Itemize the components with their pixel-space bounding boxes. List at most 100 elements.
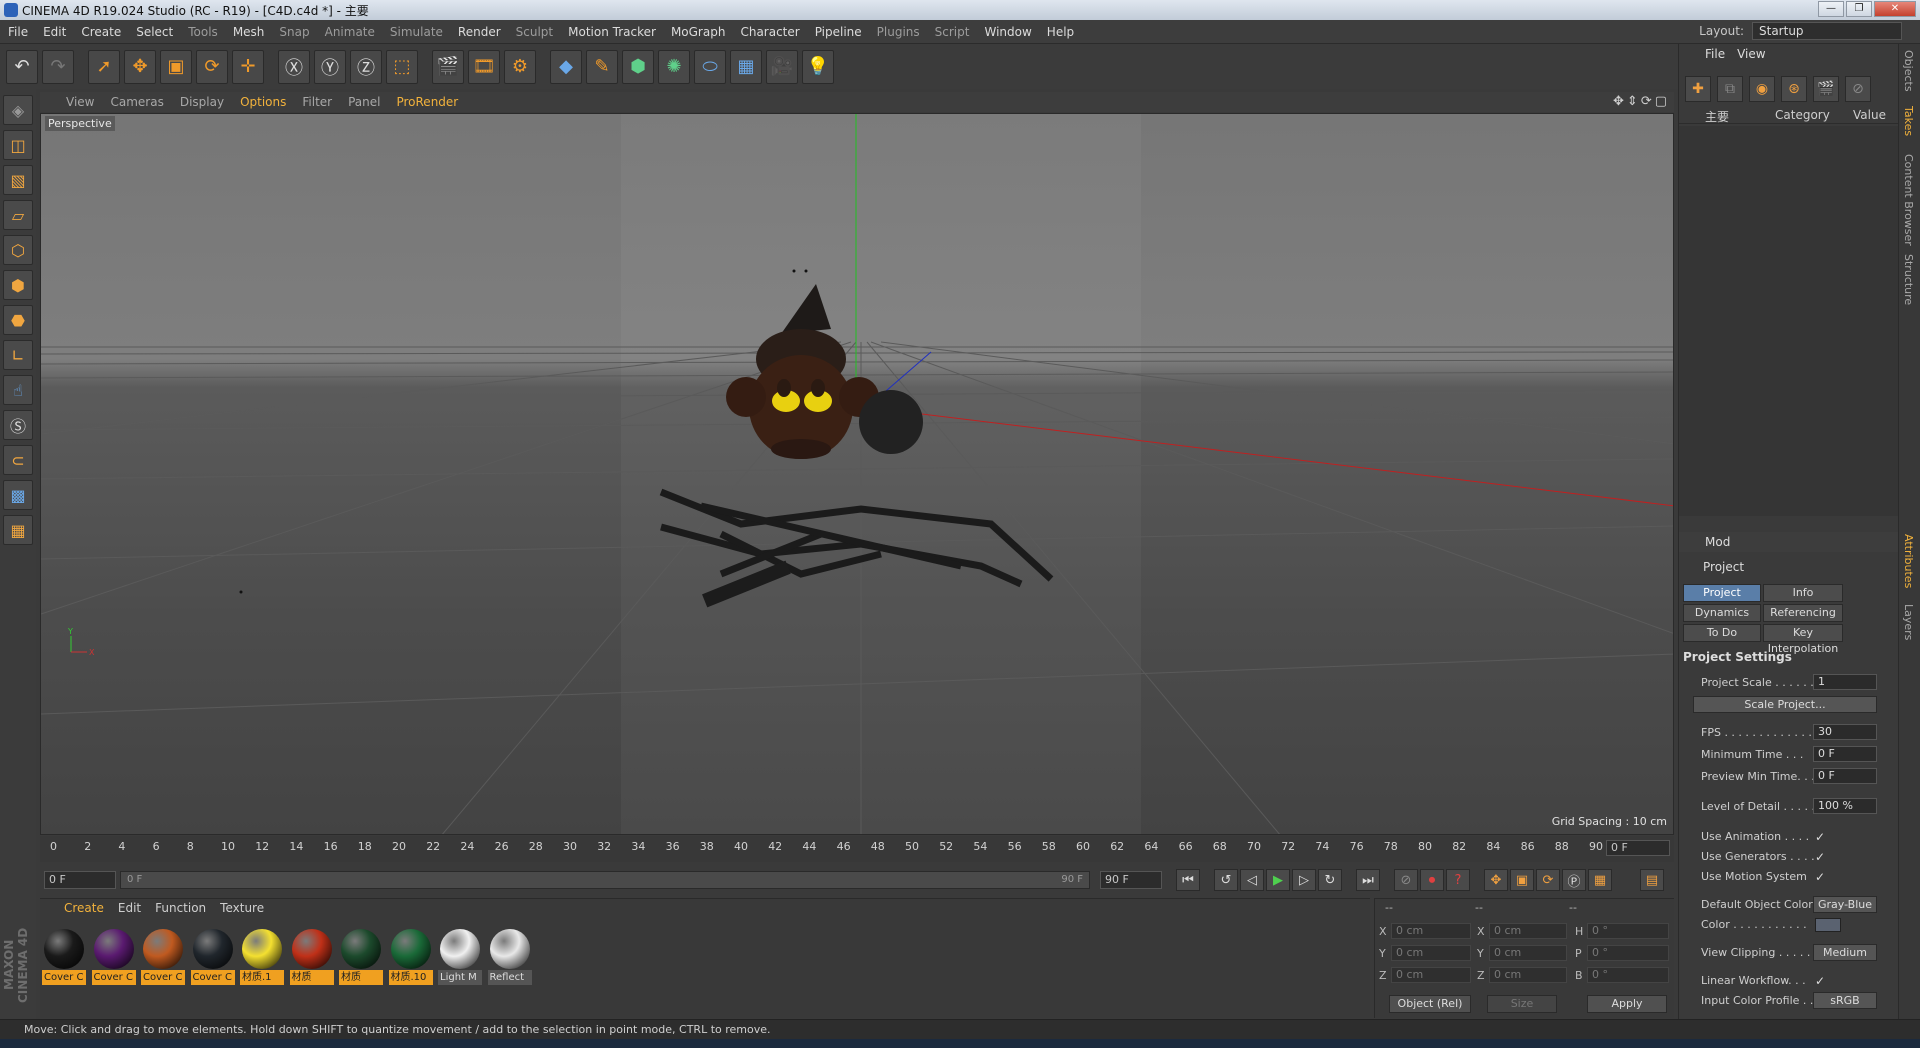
record-disabled-icon[interactable]: ⊘ <box>1394 869 1418 891</box>
material-item[interactable]: 材质 <box>289 927 334 985</box>
column-value-header[interactable]: Value <box>1853 108 1886 122</box>
menu-window[interactable]: Window <box>984 25 1031 39</box>
workplane-lock-icon[interactable]: ▩ <box>3 480 33 510</box>
coordinate-system-icon[interactable]: ⬚ <box>386 49 418 84</box>
material-item[interactable]: Light M <box>438 927 482 985</box>
menu-file[interactable]: File <box>8 25 28 39</box>
camera-icon[interactable]: 🎥 <box>766 49 798 84</box>
rotation-b-field[interactable]: 0 ° <box>1587 967 1669 983</box>
level-of-detail-field[interactable]: 100 % <box>1813 798 1877 814</box>
z-axis-lock-icon[interactable]: Ⓩ <box>350 49 382 84</box>
tweak-mode-icon[interactable]: ☝ <box>3 375 33 405</box>
default-object-color-dropdown[interactable]: Gray-Blue <box>1813 896 1877 913</box>
coord-mode-dropdown[interactable]: Object (Rel) <box>1389 995 1471 1013</box>
viewport-menu-options[interactable]: Options <box>240 95 286 109</box>
menu-snap[interactable]: Snap <box>279 25 309 39</box>
material-menu-edit[interactable]: Edit <box>118 901 141 915</box>
coord-apply-button[interactable]: Apply <box>1587 995 1667 1013</box>
start-frame-field[interactable]: 0 F <box>44 871 116 889</box>
maximize-button[interactable]: ❐ <box>1846 1 1872 17</box>
timeline-window-icon[interactable]: ▤ <box>1640 869 1664 891</box>
next-frame-icon[interactable]: ▷ <box>1292 869 1316 891</box>
material-item[interactable]: Cover C <box>91 927 136 985</box>
material-item[interactable]: 材质.1 <box>240 927 284 985</box>
column-name-header[interactable]: 主要 <box>1705 108 1729 125</box>
previous-key-icon[interactable]: ↺ <box>1214 869 1238 891</box>
snap-magnet-icon[interactable]: ⊂ <box>3 445 33 475</box>
texture-mode-icon[interactable]: ▧ <box>3 165 33 195</box>
previous-frame-icon[interactable]: ◁ <box>1240 869 1264 891</box>
scale-tool-icon[interactable]: ▣ <box>160 49 192 84</box>
rotate-tool-icon[interactable]: ⟳ <box>196 49 228 84</box>
redo-icon[interactable]: ↷ <box>42 49 74 84</box>
tab-info[interactable]: Info <box>1763 584 1843 602</box>
side-tab-attributes[interactable]: Attributes <box>1902 534 1915 588</box>
floor-scene-icon[interactable]: ▦ <box>730 49 762 84</box>
menu-animate[interactable]: Animate <box>325 25 375 39</box>
key-pla-icon[interactable]: ▦ <box>1588 869 1612 891</box>
tab-key-interpolation[interactable]: Key Interpolation <box>1763 624 1843 655</box>
perspective-viewport[interactable]: Y X Perspective Grid Spacing : 10 cm <box>40 113 1674 835</box>
use-motion-system-checkbox[interactable]: ✓ <box>1815 870 1825 884</box>
cube-primitive-icon[interactable]: ◆ <box>550 49 582 84</box>
material-menu-create[interactable]: Create <box>64 901 104 915</box>
move-tool-icon[interactable]: ✥ <box>124 49 156 84</box>
polygons-mode-icon[interactable]: ⬣ <box>3 305 33 335</box>
transform-tool-icon[interactable]: ✛ <box>232 49 264 84</box>
x-axis-lock-icon[interactable]: Ⓧ <box>278 49 310 84</box>
size-z-field[interactable]: 0 cm <box>1489 967 1567 983</box>
use-generators-checkbox[interactable]: ✓ <box>1815 850 1825 864</box>
render-settings-icon[interactable]: ⚙ <box>504 49 536 84</box>
attribute-mode-menu[interactable]: Mod <box>1679 532 1899 552</box>
timeline-current-frame[interactable]: 0 F <box>1606 840 1670 856</box>
viewport-menu-panel[interactable]: Panel <box>348 95 380 109</box>
scale-project-button[interactable]: Scale Project... <box>1693 696 1877 713</box>
view-clipping-dropdown[interactable]: Medium <box>1813 944 1877 961</box>
position-x-field[interactable]: 0 cm <box>1391 923 1471 939</box>
y-axis-lock-icon[interactable]: Ⓨ <box>314 49 346 84</box>
go-to-start-icon[interactable]: ⏮ <box>1176 869 1200 891</box>
selection-arrow-icon[interactable]: ➚ <box>88 49 120 84</box>
render-view-icon[interactable]: 🎬 <box>432 49 464 84</box>
size-x-field[interactable]: 0 cm <box>1489 923 1567 939</box>
tab-dynamics[interactable]: Dynamics <box>1683 604 1761 622</box>
tab-to-do[interactable]: To Do <box>1683 624 1761 642</box>
next-key-icon[interactable]: ↻ <box>1318 869 1342 891</box>
menu-select[interactable]: Select <box>136 25 173 39</box>
take-clone-icon[interactable]: ⧉ <box>1717 76 1743 102</box>
object-menu-file[interactable]: File <box>1705 47 1725 61</box>
position-z-field[interactable]: 0 cm <box>1391 967 1471 983</box>
timeline-ruler[interactable]: 0 2 4 6 8 10 12 14 16 18 20 22 24 26 28 30 32 34 36 38 40 42 4… <box>40 836 1674 862</box>
menu-script[interactable]: Script <box>935 25 970 39</box>
coord-size-dropdown[interactable]: Size <box>1487 995 1557 1013</box>
side-tab-layers[interactable]: Layers <box>1902 604 1915 640</box>
points-mode-icon[interactable]: ⬡ <box>3 235 33 265</box>
material-menu-function[interactable]: Function <box>155 901 206 915</box>
menu-create[interactable]: Create <box>81 25 121 39</box>
project-scale-field[interactable]: 1 <box>1813 674 1877 690</box>
close-button[interactable]: ✕ <box>1874 1 1916 17</box>
menu-plugins[interactable]: Plugins <box>877 25 920 39</box>
key-position-icon[interactable]: ✥ <box>1484 869 1508 891</box>
side-tab-content-browser[interactable]: Content Browser <box>1902 154 1915 246</box>
key-scale-icon[interactable]: ▣ <box>1510 869 1534 891</box>
preview-range-slider[interactable]: 0 F 90 F <box>120 871 1090 889</box>
object-tree-area[interactable] <box>1679 126 1899 516</box>
undo-icon[interactable]: ↶ <box>6 49 38 84</box>
viewport-menu-prorender[interactable]: ProRender <box>396 95 458 109</box>
viewport-menu-view[interactable]: View <box>66 95 94 109</box>
rotation-p-field[interactable]: 0 ° <box>1587 945 1669 961</box>
material-menu-texture[interactable]: Texture <box>220 901 264 915</box>
key-rotation-icon[interactable]: ⟳ <box>1536 869 1560 891</box>
light-bulb-icon[interactable]: 💡 <box>802 49 834 84</box>
viewport-menu-display[interactable]: Display <box>180 95 224 109</box>
override-group-icon[interactable]: ⊛ <box>1781 76 1807 102</box>
model-mode-icon[interactable]: ◫ <box>3 130 33 160</box>
side-tab-objects[interactable]: Objects <box>1902 50 1915 92</box>
material-item[interactable]: 材质 <box>339 927 383 985</box>
menu-mograph[interactable]: MoGraph <box>671 25 726 39</box>
viewport-camera-label[interactable]: Perspective <box>45 116 115 131</box>
object-menu-view[interactable]: View <box>1737 47 1765 61</box>
quantize-icon[interactable]: ▦ <box>3 515 33 545</box>
material-item[interactable]: Cover C <box>42 927 86 985</box>
